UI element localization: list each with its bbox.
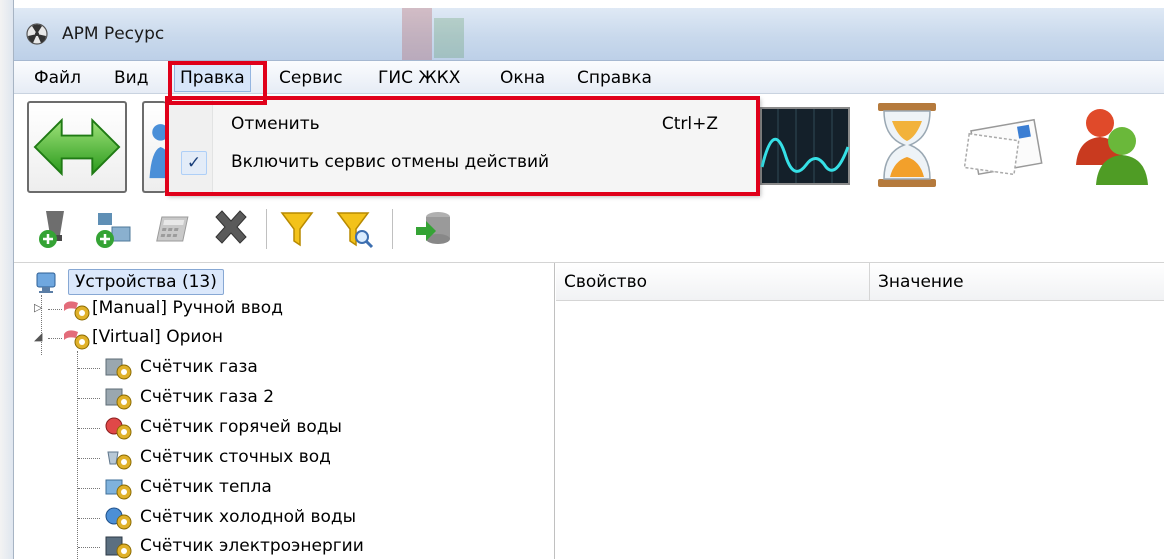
- window-left-border: [0, 0, 14, 559]
- device-group-icon: [64, 301, 90, 321]
- tree-guide: [78, 368, 100, 369]
- menu-help[interactable]: Справка: [577, 68, 652, 88]
- sewage-meter-icon: [107, 451, 132, 470]
- devices-root-icon: [36, 272, 56, 293]
- column-header-value[interactable]: Значение: [870, 263, 1164, 301]
- tree-guide: [78, 518, 100, 519]
- menu-view[interactable]: Вид: [114, 68, 148, 88]
- tree-node-label: Счётчик электроэнергии: [140, 536, 364, 556]
- tree-node-label: [Virtual] Орион: [92, 327, 223, 347]
- column-header-label: Свойство: [564, 272, 648, 292]
- menu-windows[interactable]: Окна: [500, 68, 545, 88]
- expand-arrow-icon[interactable]: ▷: [34, 301, 42, 314]
- heat-meter-icon: [105, 479, 132, 500]
- tree-node-cold-water-meter[interactable]: Счётчик холодной воды: [14, 504, 554, 532]
- tree-node-sewage-meter[interactable]: Счётчик сточных вод: [14, 444, 554, 472]
- title-bar[interactable]: АРМ Ресурс: [14, 8, 1164, 60]
- tree-node-label: Счётчик газа: [140, 357, 258, 377]
- calculator-icon[interactable]: [152, 207, 194, 251]
- device-tree: Устройства (13) ▷ [Manual] Ручной ввод ◢: [14, 263, 555, 559]
- user-icon: [149, 124, 169, 179]
- hot-water-meter-icon: [105, 417, 132, 440]
- column-header-label: Значение: [878, 272, 964, 292]
- app-logo-icon: [26, 23, 48, 45]
- filter-icon[interactable]: [276, 207, 318, 251]
- tree-node-label: Счётчик газа 2: [140, 387, 275, 407]
- tree-node-label: Счётчик тепла: [140, 477, 272, 497]
- secondary-toolbar: [14, 197, 1164, 263]
- tree-node-gas-meter-2[interactable]: Счётчик газа 2: [14, 384, 554, 412]
- tree-guide: [78, 458, 100, 459]
- column-header-property[interactable]: Свойство: [556, 263, 870, 301]
- tree-node-manual[interactable]: ▷ [Manual] Ручной ввод: [14, 295, 554, 323]
- tree-node-virtual[interactable]: ◢ [Virtual] Орион: [14, 324, 554, 352]
- tree-guide: [48, 338, 62, 339]
- window-title: АРМ Ресурс: [62, 24, 165, 44]
- users-group-icon: [1076, 109, 1148, 185]
- users-button-partial[interactable]: [142, 101, 169, 193]
- tree-guide: [78, 428, 100, 429]
- title-decoration-icon: [402, 8, 464, 60]
- gas-meter-icon: [105, 388, 132, 410]
- gas-meter-icon: [105, 358, 132, 380]
- dropdown-highlight-annotation: [165, 96, 760, 196]
- toolbar-separator: [392, 209, 394, 249]
- delete-icon[interactable]: [210, 207, 252, 251]
- tree-node-label: Счётчик горячей воды: [140, 417, 342, 437]
- hourglass-icon: [878, 103, 936, 187]
- app-window: АРМ Ресурс Файл Вид Правка Сервис ГИС ЖК…: [0, 0, 1164, 559]
- tree-node-label: Счётчик холодной воды: [140, 507, 357, 527]
- tree-node-hot-water-meter[interactable]: Счётчик горячей воды: [14, 414, 554, 442]
- tree-guide: [78, 398, 100, 399]
- electricity-meter-icon: [105, 536, 132, 559]
- tree-guide: [48, 309, 62, 310]
- tree-node-label: Счётчик сточных вод: [140, 447, 331, 467]
- tree-node-label: [Manual] Ручной ввод: [92, 298, 283, 318]
- property-grid-header: Свойство Значение: [556, 263, 1164, 301]
- device-group-icon: [64, 330, 90, 350]
- add-network-icon[interactable]: [92, 207, 134, 251]
- tree-node-electricity-meter[interactable]: Счётчик электроэнергии: [14, 533, 554, 559]
- signal-graph-icon: [760, 107, 850, 185]
- tree-guide: [78, 547, 100, 548]
- exchange-button[interactable]: [27, 101, 127, 193]
- tree-root-label: Устройства (13): [68, 269, 224, 295]
- filter-search-icon[interactable]: [334, 207, 376, 251]
- collapse-arrow-icon[interactable]: ◢: [34, 330, 42, 343]
- toolbar-separator: [266, 209, 268, 249]
- import-database-icon[interactable]: [412, 207, 454, 251]
- mail-icon: [964, 118, 1043, 176]
- menu-service[interactable]: Сервис: [279, 68, 343, 88]
- property-grid: Свойство Значение: [556, 263, 1164, 559]
- tree-node-gas-meter[interactable]: Счётчик газа: [14, 354, 554, 382]
- add-device-icon[interactable]: [34, 207, 76, 251]
- cold-water-meter-icon: [105, 507, 132, 530]
- tree-node-heat-meter[interactable]: Счётчик тепла: [14, 474, 554, 502]
- menu-file[interactable]: Файл: [34, 68, 81, 88]
- menu-gis-zhkh[interactable]: ГИС ЖКХ: [378, 68, 460, 88]
- tree-guide: [78, 488, 100, 489]
- double-arrow-icon: [33, 117, 121, 177]
